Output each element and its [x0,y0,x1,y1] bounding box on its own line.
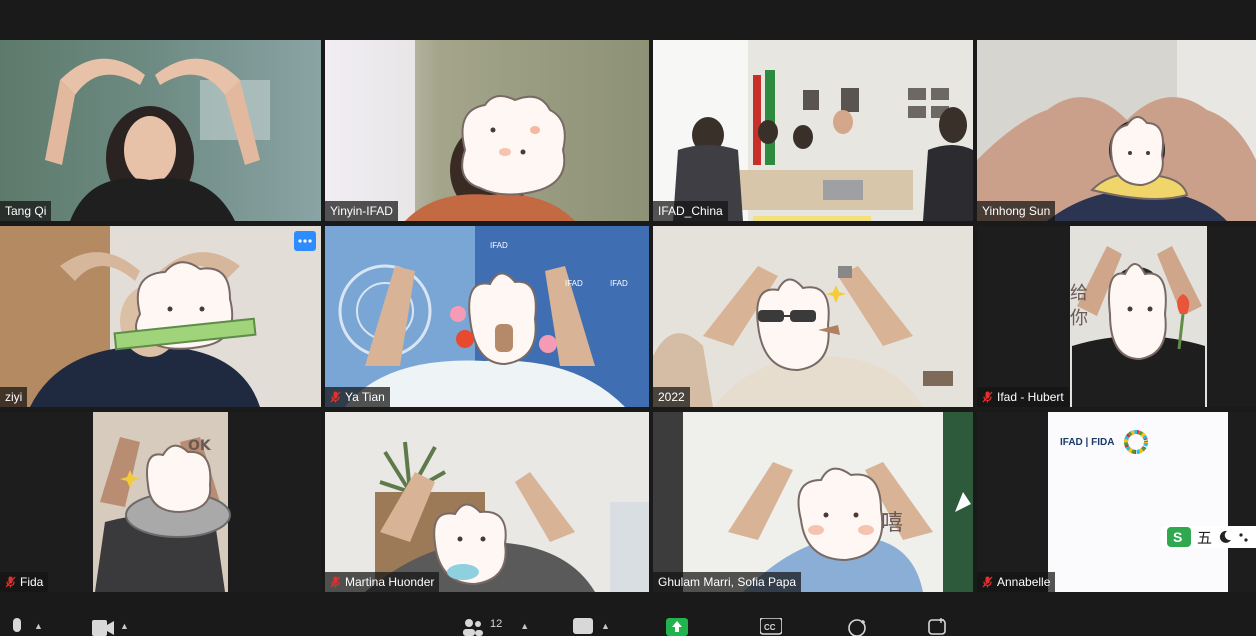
svg-text:S: S [1173,529,1182,545]
participant-name: Martina Huonder [345,575,435,589]
participants-count: 12 [490,618,503,630]
sogou-ime-icon: S [1166,527,1191,547]
svg-text:OK: OK [188,438,212,454]
participant-name-tag: Ya Tian [325,387,390,407]
microphone-icon [13,618,21,632]
participant-tile[interactable]: ziyi [0,226,321,407]
participant-name: Yinyin-IFAD [330,204,393,218]
input-method-bar[interactable]: S 五 [1160,526,1256,548]
participant-name: ziyi [5,390,23,404]
bunny-sticker [756,278,846,372]
bunny-sticker: OK [120,438,231,538]
moon-icon [1219,530,1231,543]
participant-name: Ifad - Hubert [997,390,1064,404]
participant-name: Fida [20,575,44,589]
svg-text:CC: CC [764,623,776,632]
meeting-toolbar: ▲ ▲ 12 ▲ ▲ CC [0,606,1256,636]
participant-name-tag: Annabelle [977,572,1056,592]
chat-button[interactable]: ▲ [573,618,610,636]
participants-button[interactable]: 12 ▲ [462,618,529,636]
zoom-meeting-window: Tang Qi Yinyin-IFAD IFAD_China Yinhong S… [0,0,1256,636]
chevron-up-icon[interactable]: ▲ [120,621,129,631]
svg-text:嘻: 嘻 [881,511,903,536]
participant-name: Annabelle [997,575,1051,589]
participant-tile[interactable]: IFAD IFAD IFAD Ya Tian [325,226,649,407]
muted-microphone-icon [982,391,993,403]
bunny-sticker: 嘻 [797,467,903,562]
muted-microphone-icon [982,576,993,588]
participant-name: 2022 [658,390,685,404]
share-screen-icon [666,618,688,636]
apps-icon [928,618,946,635]
apps-button[interactable] [927,618,949,636]
svg-text:IFAD: IFAD [490,241,508,250]
participant-tile[interactable]: 2022 [653,226,973,407]
participant-tile[interactable]: IFAD | FIDA S 五 Annabelle [977,412,1256,592]
participant-tile-active-speaker[interactable]: Yinyin-IFAD [325,40,649,221]
participant-tile[interactable]: OK Fida [0,412,321,592]
bunny-sticker [113,261,257,351]
muted-microphone-icon [5,576,16,588]
svg-text:给: 给 [1070,283,1088,304]
ime-mode-text: 五 [1196,529,1212,547]
participant-name-tag: ziyi [0,387,28,407]
bunny-sticker: 给 你 [1070,263,1190,361]
participant-name: Ya Tian [345,390,385,404]
share-screen-button[interactable] [666,618,688,636]
participant-tile[interactable]: 给 你 Ifad - Hubert [977,226,1256,407]
participant-name-tag: 2022 [653,387,690,407]
participant-tile[interactable]: IFAD_China [653,40,973,221]
participant-tile[interactable]: Tang Qi [0,40,321,221]
participant-name-tag: Fida [0,572,49,592]
participant-name-tag: Martina Huonder [325,572,440,592]
participant-tile[interactable]: Martina Huonder [325,412,649,592]
chevron-up-icon[interactable]: ▲ [601,621,610,631]
participant-name: Yinhong Sun [982,204,1051,218]
cc-icon: CC [760,618,782,635]
svg-text:你: 你 [1070,308,1088,329]
muted-microphone-icon [330,576,341,588]
participant-name: Ghulam Marri, Sofia Papa [658,575,797,589]
participant-name: IFAD_China [658,204,723,218]
video-feed [653,40,973,221]
ellipsis-icon [298,239,312,243]
participant-more-options-button[interactable] [294,231,316,251]
muted-microphone-icon [330,391,341,403]
chevron-up-icon[interactable]: ▲ [34,621,43,631]
svg-text:IFAD: IFAD [565,279,583,288]
chat-icon [573,618,593,634]
ifad-logo-text: IFAD | FIDA [1060,436,1115,448]
chevron-up-icon[interactable]: ▲ [520,621,529,631]
closed-captions-button[interactable]: CC [760,618,782,636]
participant-name-tag: Ifad - Hubert [977,387,1069,407]
participant-name-tag: IFAD_China [653,201,728,221]
bunny-sticker [433,503,507,586]
punctuation-icon [1239,533,1248,542]
reactions-button[interactable] [846,618,868,636]
sdg-wheel-icon [1124,430,1149,454]
bunny-sticker [461,95,566,196]
participant-name-tag: Tang Qi [0,201,52,221]
mute-button[interactable]: ▲ [6,618,43,636]
reactions-icon [848,619,866,636]
video-feed [0,40,321,221]
participant-name-tag: Ghulam Marri, Sofia Papa [653,572,802,592]
participant-name-tag: Yinhong Sun [977,201,1056,221]
participants-icon [463,619,483,636]
participant-tile[interactable]: Yinhong Sun [977,40,1256,221]
video-camera-icon [92,620,114,636]
bunny-sticker [1090,116,1189,200]
participant-name-tag: Yinyin-IFAD [325,201,398,221]
bunny-sticker [450,272,557,366]
participant-name: Tang Qi [5,204,47,218]
video-button[interactable]: ▲ [92,618,129,636]
svg-text:IFAD: IFAD [610,279,628,288]
participant-tile[interactable]: 嘻 Ghulam Marri, Sofia Papa [653,412,973,592]
shared-slide: IFAD | FIDA [1048,412,1228,592]
